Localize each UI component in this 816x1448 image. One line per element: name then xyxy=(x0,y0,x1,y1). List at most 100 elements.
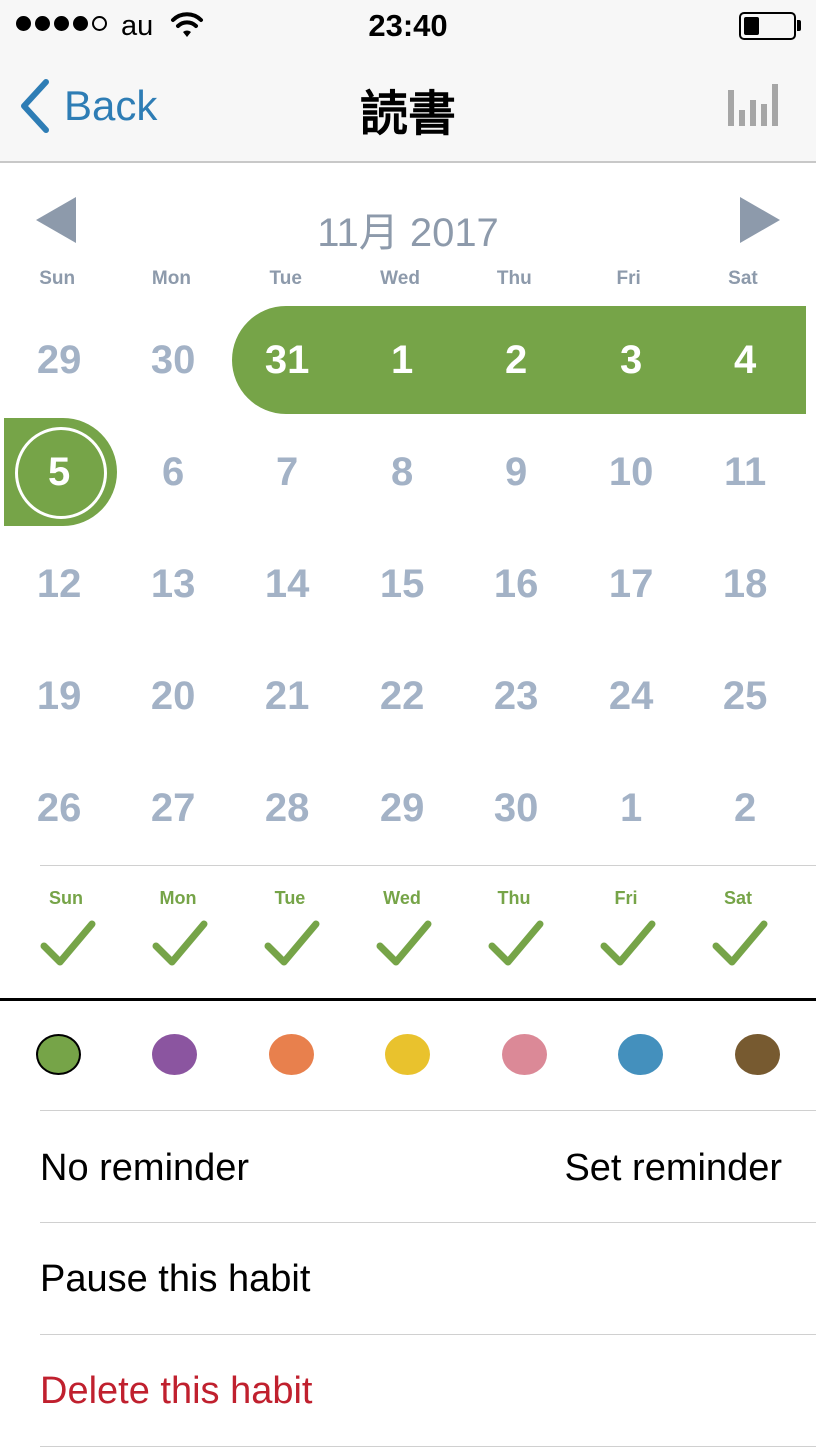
status-bar: au 23:40 xyxy=(0,0,816,52)
week-check-mon[interactable]: Mon xyxy=(122,888,234,998)
today-day-number: 5 xyxy=(48,450,71,494)
checkmark-icon xyxy=(152,920,208,966)
calendar-day[interactable]: 23 xyxy=(459,640,573,752)
calendar-day[interactable]: 2 xyxy=(688,752,802,864)
divider xyxy=(40,1334,816,1335)
week-check-label: Wed xyxy=(383,888,421,908)
week-check-label: Fri xyxy=(614,888,638,908)
calendar-day[interactable]: 29 xyxy=(345,752,459,864)
calendar-day[interactable]: 30 xyxy=(116,304,230,416)
status-time: 23:40 xyxy=(368,8,448,43)
calendar-day[interactable]: 21 xyxy=(230,640,344,752)
checkmark-icon xyxy=(712,920,768,966)
pause-habit-button[interactable]: Pause this habit xyxy=(40,1258,310,1301)
week-check-label: Sun xyxy=(49,888,83,908)
calendar-day[interactable]: 16 xyxy=(459,528,573,640)
calendar-day[interactable]: 29 xyxy=(2,304,116,416)
week-check-thu[interactable]: Thu xyxy=(458,888,570,998)
calendar-day[interactable]: 13 xyxy=(116,528,230,640)
month-title: 11月 2017 xyxy=(317,211,499,255)
color-swatch-blue[interactable] xyxy=(618,1034,663,1075)
calendar-day[interactable]: 25 xyxy=(688,640,802,752)
color-swatch-green[interactable] xyxy=(36,1034,81,1075)
calendar-day[interactable]: 26 xyxy=(2,752,116,864)
color-swatch-pink[interactable] xyxy=(502,1034,547,1075)
weekday-label: Sun xyxy=(39,268,76,289)
weekday-header: Sun Mon Tue Wed Thu Fri Sat xyxy=(0,268,816,294)
calendar-day[interactable]: 7 xyxy=(230,416,344,528)
week-check-label: Thu xyxy=(497,888,531,908)
reminder-row: No reminder Set reminder xyxy=(40,1113,816,1223)
calendar-day[interactable]: 18 xyxy=(688,528,802,640)
battery-level xyxy=(744,17,759,35)
week-check-sun[interactable]: Sun xyxy=(10,888,122,998)
delete-row[interactable]: Delete this habit xyxy=(40,1336,816,1446)
calendar-day[interactable]: 6 xyxy=(116,416,230,528)
calendar-day-completed[interactable]: 2 xyxy=(459,304,573,416)
weekday-label: Mon xyxy=(151,268,191,289)
divider xyxy=(40,865,816,866)
calendar-week: 19 20 21 22 23 24 25 xyxy=(0,640,816,752)
calendar-day[interactable]: 8 xyxy=(345,416,459,528)
calendar-day-completed[interactable]: 3 xyxy=(574,304,688,416)
week-check-label: Tue xyxy=(274,888,306,908)
calendar-day-completed[interactable]: 31 xyxy=(230,304,344,416)
bar-chart-icon[interactable] xyxy=(728,84,778,126)
checkmark-icon xyxy=(600,920,656,966)
checkmark-icon xyxy=(264,920,320,966)
navigation-bar: Back 読書 xyxy=(0,52,816,163)
calendar-day[interactable]: 12 xyxy=(2,528,116,640)
calendar-week: 26 27 28 29 30 1 2 xyxy=(0,752,816,864)
checkmark-icon xyxy=(40,920,96,966)
calendar-week: 12 13 14 15 16 17 18 xyxy=(0,528,816,640)
calendar-day[interactable]: 9 xyxy=(459,416,573,528)
calendar-day[interactable]: 20 xyxy=(116,640,230,752)
calendar-day[interactable]: 27 xyxy=(116,752,230,864)
battery-tip xyxy=(797,20,801,31)
calendar-day[interactable]: 19 xyxy=(2,640,116,752)
set-reminder-button[interactable]: Set reminder xyxy=(564,1147,782,1190)
calendar-day[interactable]: 17 xyxy=(574,528,688,640)
checkmark-icon xyxy=(376,920,432,966)
calendar-day[interactable]: 30 xyxy=(459,752,573,864)
delete-habit-button[interactable]: Delete this habit xyxy=(40,1370,313,1413)
week-check-sat[interactable]: Sat xyxy=(682,888,794,998)
week-check-label: Mon xyxy=(159,888,197,908)
calendar-day-completed[interactable]: 4 xyxy=(688,304,802,416)
divider xyxy=(40,1110,816,1111)
calendar-week: 29 30 31 1 2 3 4 xyxy=(0,304,816,416)
calendar-day[interactable]: 10 xyxy=(574,416,688,528)
calendar-day-completed[interactable]: 1 xyxy=(345,304,459,416)
color-picker xyxy=(0,1010,816,1100)
calendar-week: 5 6 7 8 9 10 11 xyxy=(0,416,816,528)
divider xyxy=(40,1446,816,1447)
week-check-tue[interactable]: Tue xyxy=(234,888,346,998)
calendar-day[interactable]: 15 xyxy=(345,528,459,640)
calendar-day[interactable]: 1 xyxy=(574,752,688,864)
no-reminder-label: No reminder xyxy=(40,1146,250,1189)
color-swatch-purple[interactable] xyxy=(152,1034,197,1075)
color-swatch-orange[interactable] xyxy=(269,1034,314,1075)
weekday-label: Tue xyxy=(269,268,302,289)
weekday-label: Fri xyxy=(616,268,641,289)
weekday-label: Thu xyxy=(496,268,532,289)
week-check-fri[interactable]: Fri xyxy=(570,888,682,998)
color-swatch-brown[interactable] xyxy=(735,1034,780,1075)
next-month-icon[interactable] xyxy=(740,197,780,243)
weekday-label: Sat xyxy=(728,268,758,289)
calendar-day[interactable]: 22 xyxy=(345,640,459,752)
calendar-day[interactable]: 28 xyxy=(230,752,344,864)
divider xyxy=(40,1222,816,1223)
pause-row[interactable]: Pause this habit xyxy=(40,1224,816,1334)
page-title: 読書 xyxy=(359,88,456,141)
battery-icon xyxy=(739,12,796,40)
calendar-day[interactable]: 24 xyxy=(574,640,688,752)
calendar-day[interactable]: 14 xyxy=(230,528,344,640)
calendar-day-today[interactable]: 5 xyxy=(2,416,116,528)
calendar-day[interactable]: 11 xyxy=(688,416,802,528)
checkmark-icon xyxy=(488,920,544,966)
week-check-label: Sat xyxy=(723,888,752,908)
color-swatch-yellow[interactable] xyxy=(385,1034,430,1075)
week-check-wed[interactable]: Wed xyxy=(346,888,458,998)
calendar-grid: 29 30 31 1 2 3 4 5 6 7 8 9 10 11 12 13 1… xyxy=(0,304,816,864)
